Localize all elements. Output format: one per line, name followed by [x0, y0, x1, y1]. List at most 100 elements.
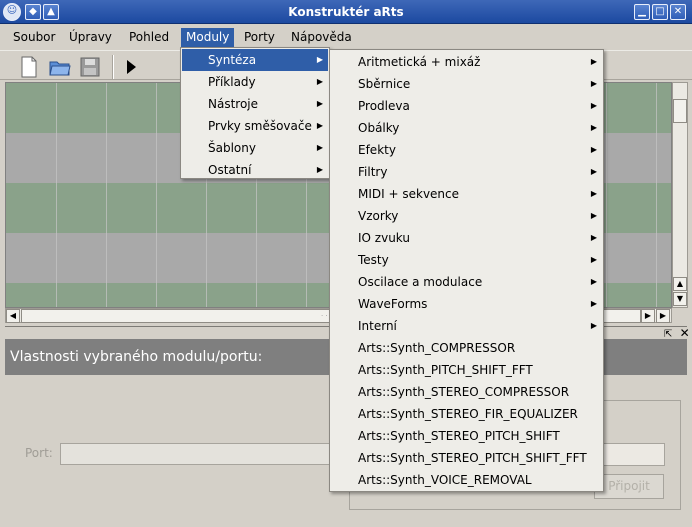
menu-item-label: Testy — [358, 253, 389, 267]
menu-item-label: Syntéza — [208, 53, 257, 67]
menu-item-label: Šablony — [208, 141, 256, 155]
scroll-thumb[interactable] — [673, 99, 687, 123]
connect-button[interactable]: Připojit — [594, 474, 664, 499]
submenu-arrow-icon: ▶ — [316, 165, 323, 174]
synteza-submenu: Aritmetická + mixáž ▶ Sběrnice ▶ Prodleva ▶… — [329, 49, 604, 492]
submenu-sbernice[interactable]: Sběrnice ▶ — [331, 73, 602, 95]
menu-item-label: Oscilace a modulace — [358, 275, 483, 289]
menu-item-label: Obálky — [358, 121, 400, 135]
submenu-arrow-icon: ▶ — [590, 277, 597, 286]
port-field[interactable] — [60, 443, 330, 465]
moduly-menu: Syntéza ▶ Příklady ▶ Nástroje ▶ Prvky směšo… — [180, 47, 330, 179]
vertical-scrollbar[interactable]: ▲ ▼ — [672, 82, 688, 308]
submenu-arrow-icon: ▶ — [590, 79, 597, 88]
module-item[interactable]: Arts::Synth_PITCH_SHIFT_FFT — [331, 359, 602, 381]
play-icon[interactable] — [119, 55, 143, 79]
value-field[interactable] — [600, 443, 665, 466]
scroll-down-icon[interactable]: ▼ — [673, 292, 687, 306]
submenu-obalky[interactable]: Obálky ▶ — [331, 117, 602, 139]
submenu-arrow-icon: ▶ — [316, 77, 323, 86]
submenu-arrow-icon: ▶ — [590, 57, 597, 66]
submenu-vzorky[interactable]: Vzorky ▶ — [331, 205, 602, 227]
submenu-arrow-icon: ▶ — [590, 321, 597, 330]
menu-item-ostatni[interactable]: Ostatní ▶ — [182, 159, 328, 181]
submenu-arrow-icon: ▶ — [590, 211, 597, 220]
submenu-arrow-icon: ▶ — [316, 143, 323, 152]
submenu-arrow-icon: ▶ — [590, 145, 597, 154]
menu-napoveda[interactable]: Nápověda — [286, 28, 357, 47]
menu-item-label: Interní — [358, 319, 397, 333]
scroll-right2-icon[interactable]: ▶ — [656, 309, 670, 323]
menu-moduly[interactable]: Moduly — [181, 28, 235, 47]
submenu-arrow-icon: ▶ — [590, 299, 597, 308]
menu-item-sablony[interactable]: Šablony ▶ — [182, 137, 328, 159]
scroll-up-icon[interactable]: ▲ — [673, 277, 687, 291]
submenu-arrow-icon: ▶ — [590, 123, 597, 132]
menu-soubor[interactable]: Soubor — [8, 28, 60, 47]
pin-icon[interactable]: ◆ — [25, 4, 41, 20]
port-label: Port: — [25, 446, 53, 460]
submenu-io-zvuku[interactable]: IO zvuku ▶ — [331, 227, 602, 249]
menu-item-label: Sběrnice — [358, 77, 411, 91]
menu-upravy[interactable]: Úpravy — [64, 28, 117, 47]
submenu-filtry[interactable]: Filtry ▶ — [331, 161, 602, 183]
submenu-arrow-icon: ▶ — [590, 233, 597, 242]
grid-line — [56, 83, 57, 307]
submenu-aritmeticka-mixaz[interactable]: Aritmetická + mixáž ▶ — [331, 51, 602, 73]
module-item[interactable]: Arts::Synth_VOICE_REMOVAL — [331, 469, 602, 491]
submenu-interni[interactable]: Interní ▶ — [331, 315, 602, 337]
menu-item-label: WaveForms — [358, 297, 428, 311]
submenu-efekty[interactable]: Efekty ▶ — [331, 139, 602, 161]
shade-icon[interactable]: ▲ — [43, 4, 59, 20]
submenu-oscilace-modulace[interactable]: Oscilace a modulace ▶ — [331, 271, 602, 293]
menu-item-nastroje[interactable]: Nástroje ▶ — [182, 93, 328, 115]
menu-item-label: MIDI + sekvence — [358, 187, 460, 201]
maximize-icon[interactable]: □ — [652, 4, 668, 20]
grid-line — [106, 83, 107, 307]
menu-item-label: IO zvuku — [358, 231, 410, 245]
toolbar-separator — [112, 55, 114, 79]
close-icon[interactable]: ✕ — [670, 4, 686, 20]
submenu-prodleva[interactable]: Prodleva ▶ — [331, 95, 602, 117]
dock-controls[interactable]: ⇱ ✕ — [664, 326, 690, 340]
module-item[interactable]: Arts::Synth_STEREO_PITCH_SHIFT_FFT — [331, 447, 602, 469]
new-file-icon[interactable] — [17, 55, 41, 79]
menu-item-synteza[interactable]: Syntéza ▶ — [182, 49, 328, 71]
submenu-testy[interactable]: Testy ▶ — [331, 249, 602, 271]
open-folder-icon[interactable] — [48, 55, 72, 79]
menu-item-priklady[interactable]: Příklady ▶ — [182, 71, 328, 93]
menu-item-label: Nástroje — [208, 97, 259, 111]
menu-item-label: Vzorky — [358, 209, 399, 223]
submenu-arrow-icon: ▶ — [590, 167, 597, 176]
scroll-right-icon[interactable]: ▶ — [641, 309, 655, 323]
submenu-arrow-icon: ▶ — [316, 121, 323, 130]
menu-item-label: Prvky směšovače — [208, 119, 312, 133]
module-item[interactable]: Arts::Synth_STEREO_COMPRESSOR — [331, 381, 602, 403]
submenu-arrow-icon: ▶ — [590, 255, 597, 264]
kde-menu-icon[interactable]: ☺ — [3, 3, 21, 21]
menubar: Soubor Úpravy Pohled Moduly Porty Nápově… — [0, 25, 692, 49]
menu-pohled[interactable]: Pohled — [124, 28, 174, 47]
title-bar: Konstruktér aRts ☺ ◆ ▲ ▁ □ ✕ — [0, 0, 692, 24]
module-item[interactable]: Arts::Synth_STEREO_PITCH_SHIFT — [331, 425, 602, 447]
grid-line — [656, 83, 657, 307]
submenu-arrow-icon: ▶ — [316, 55, 323, 64]
menu-item-prvky-smesovace[interactable]: Prvky směšovače ▶ — [182, 115, 328, 137]
module-item[interactable]: Arts::Synth_STEREO_FIR_EQUALIZER — [331, 403, 602, 425]
menu-item-label: Příklady — [208, 75, 256, 89]
submenu-arrow-icon: ▶ — [590, 101, 597, 110]
submenu-midi-sekvence[interactable]: MIDI + sekvence ▶ — [331, 183, 602, 205]
submenu-arrow-icon: ▶ — [316, 99, 323, 108]
menu-item-label: Prodleva — [358, 99, 410, 113]
menu-porty[interactable]: Porty — [239, 28, 280, 47]
save-disk-icon[interactable] — [78, 55, 102, 79]
menu-item-label: Efekty — [358, 143, 396, 157]
dock-close-icon[interactable]: ✕ — [680, 326, 690, 340]
module-item[interactable]: Arts::Synth_COMPRESSOR — [331, 337, 602, 359]
minimize-icon[interactable]: ▁ — [634, 4, 650, 20]
submenu-arrow-icon: ▶ — [590, 189, 597, 198]
submenu-waveforms[interactable]: WaveForms ▶ — [331, 293, 602, 315]
grid-line — [606, 83, 607, 307]
scroll-left-icon[interactable]: ◀ — [6, 309, 20, 323]
menu-item-label: Aritmetická + mixáž — [358, 55, 481, 69]
